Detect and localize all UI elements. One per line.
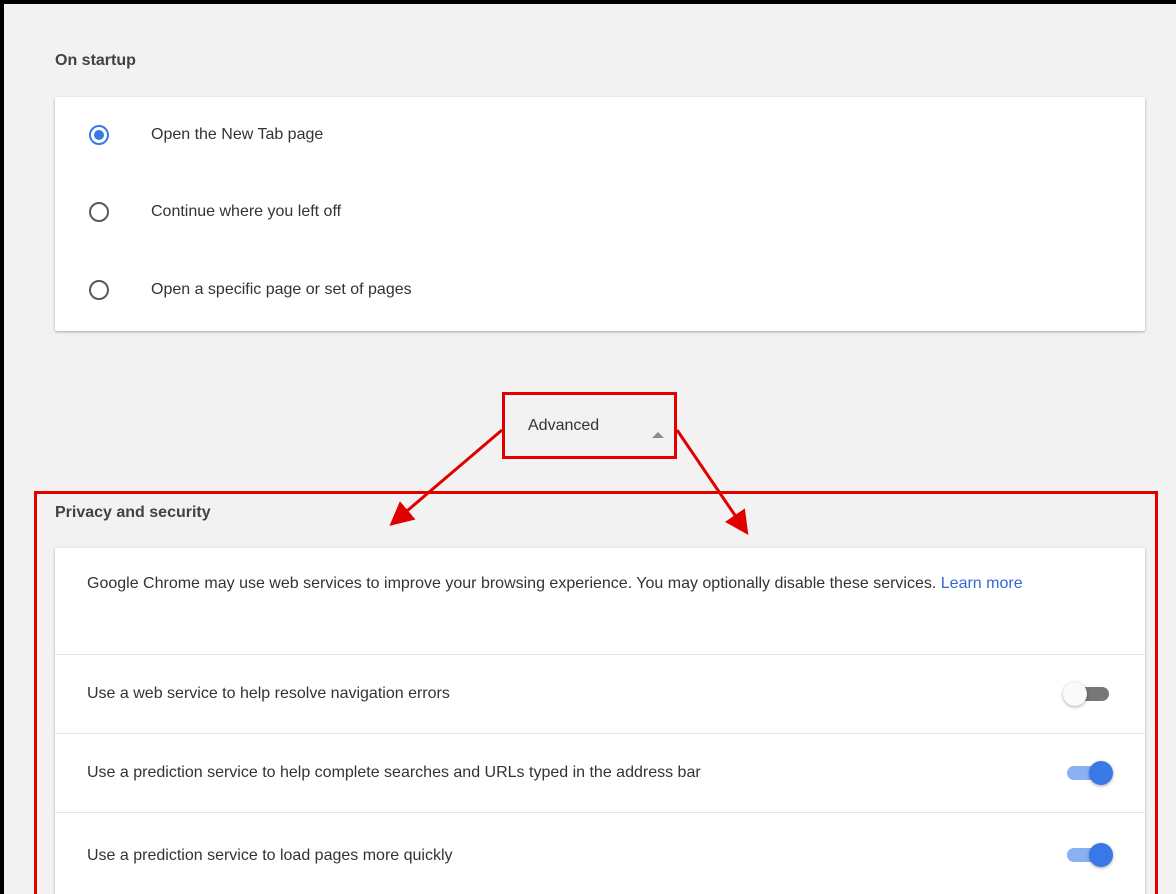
toggle-switch-off[interactable] xyxy=(1063,682,1113,706)
toggle-knob xyxy=(1063,682,1087,706)
setting-row-navigation-errors[interactable]: Use a web service to help resolve naviga… xyxy=(55,654,1145,733)
setting-row-prediction-search[interactable]: Use a prediction service to help complet… xyxy=(55,733,1145,812)
startup-card: Open the New Tab page Continue where you… xyxy=(55,97,1145,331)
startup-option-continue[interactable]: Continue where you left off xyxy=(55,174,1145,250)
privacy-card: Google Chrome may use web services to im… xyxy=(55,548,1145,894)
advanced-label: Advanced xyxy=(528,416,600,434)
setting-row-prediction-load[interactable]: Use a prediction service to load pages m… xyxy=(55,812,1145,894)
setting-label: Use a web service to help resolve naviga… xyxy=(87,685,450,702)
startup-option-label: Open the New Tab page xyxy=(151,126,324,143)
startup-option-label: Open a specific page or set of pages xyxy=(151,281,412,298)
privacy-description-text: Google Chrome may use web services to im… xyxy=(87,575,937,592)
caret-up-icon xyxy=(652,432,664,438)
toggle-switch-on[interactable] xyxy=(1063,843,1113,867)
setting-label: Use a prediction service to help complet… xyxy=(87,764,701,781)
startup-section-title: On startup xyxy=(55,52,136,69)
toggle-switch-on[interactable] xyxy=(1063,761,1113,785)
learn-more-link[interactable]: Learn more xyxy=(941,575,1023,592)
advanced-button[interactable]: Advanced xyxy=(502,392,677,459)
radio-checked-icon[interactable] xyxy=(89,125,109,145)
startup-option-label: Continue where you left off xyxy=(151,203,342,220)
radio-unchecked-icon[interactable] xyxy=(89,202,109,222)
setting-label: Use a prediction service to load pages m… xyxy=(87,847,453,864)
toggle-knob xyxy=(1089,761,1113,785)
privacy-section-title: Privacy and security xyxy=(55,504,211,521)
startup-option-specific-pages[interactable]: Open a specific page or set of pages xyxy=(55,252,1145,328)
toggle-knob xyxy=(1089,843,1113,867)
settings-page: On startup Open the New Tab page Continu… xyxy=(0,0,1176,894)
startup-option-new-tab[interactable]: Open the New Tab page xyxy=(55,97,1145,173)
radio-unchecked-icon[interactable] xyxy=(89,280,109,300)
privacy-description: Google Chrome may use web services to im… xyxy=(87,568,1117,599)
